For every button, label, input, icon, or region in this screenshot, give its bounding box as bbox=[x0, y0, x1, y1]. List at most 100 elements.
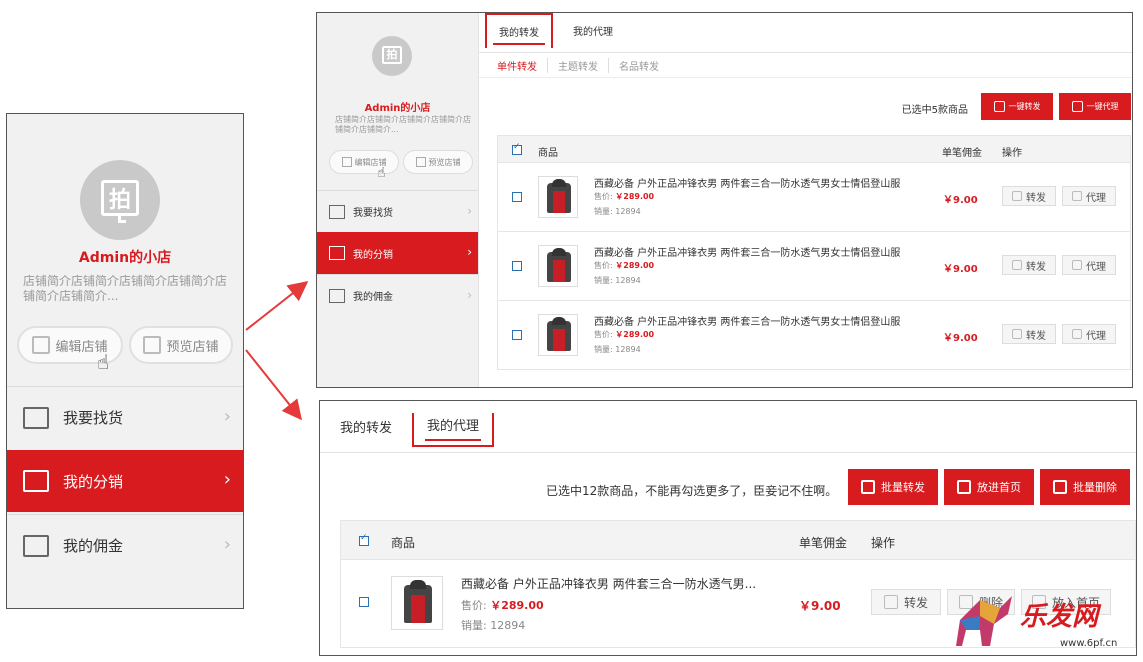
product-title[interactable]: 西藏必备 户外正品冲锋衣男 两件套三合一防水透气男... bbox=[461, 575, 756, 592]
shop-description: 店铺简介店铺简介店铺简介店铺简介店铺简介店铺简介... bbox=[335, 115, 471, 134]
product-sales: 12894 bbox=[615, 345, 641, 354]
share-icon bbox=[993, 101, 1005, 112]
tab-bar: 我的转发 我的代理 bbox=[320, 401, 1136, 453]
home-icon bbox=[957, 480, 971, 494]
shop-avatar: 拍 bbox=[372, 36, 412, 76]
batch-share-button[interactable]: 批量转发 bbox=[848, 469, 938, 505]
watermark-url: www.6pf.cn bbox=[1060, 638, 1118, 649]
header-product: 商品 bbox=[391, 536, 416, 550]
tab-bar: 我的转发 我的代理 bbox=[479, 13, 1132, 53]
tab-my-agency[interactable]: 我的代理 bbox=[563, 13, 623, 49]
product-image bbox=[538, 176, 578, 218]
bag-icon bbox=[1072, 329, 1082, 339]
share-icon bbox=[883, 595, 898, 609]
product-sales: 12894 bbox=[615, 207, 641, 216]
header-commission: 单笔佣金 bbox=[942, 148, 982, 159]
arrow-to-top-panel bbox=[245, 281, 309, 331]
bag-icon bbox=[1072, 260, 1082, 270]
product-price: ￥289.00 bbox=[615, 261, 655, 270]
product-image bbox=[538, 314, 578, 356]
hand-cursor-icon: ☝ bbox=[377, 165, 386, 181]
header-action: 操作 bbox=[1002, 148, 1022, 159]
subtab-bar: 单件转发 主题转发 名品转发 bbox=[497, 58, 669, 73]
agent-button[interactable]: 代理 bbox=[1062, 186, 1116, 206]
store-icon bbox=[415, 157, 426, 167]
product-price: ￥289.00 bbox=[490, 599, 544, 612]
yen-icon bbox=[329, 288, 345, 303]
header-action: 操作 bbox=[871, 536, 896, 550]
product-price: ￥289.00 bbox=[615, 192, 655, 201]
trash-icon bbox=[1053, 480, 1067, 494]
row-checkbox[interactable] bbox=[512, 192, 522, 202]
share-button[interactable]: 转发 bbox=[871, 589, 941, 615]
chevron-right-icon: › bbox=[467, 204, 472, 218]
product-table: 商品 单笔佣金 操作 西藏必备 户外正品冲锋衣男 两件套三合一防水透气男女士情侣… bbox=[497, 135, 1131, 370]
table-header: 商品 单笔佣金 操作 bbox=[340, 520, 1136, 560]
commission-value: ￥9.00 bbox=[943, 333, 978, 344]
header-commission: 单笔佣金 bbox=[799, 536, 848, 550]
selected-count: 已选中5款商品 bbox=[901, 105, 968, 116]
agent-button[interactable]: 代理 bbox=[1062, 324, 1116, 344]
menu-item-find-goods[interactable]: 我要找货 › bbox=[317, 190, 478, 232]
selected-count: 已选中12款商品，不能再勾选更多了，臣妾记不住啊。 bbox=[546, 484, 838, 498]
select-all-checkbox[interactable] bbox=[359, 533, 369, 546]
row-checkbox[interactable] bbox=[512, 330, 522, 340]
share-all-button[interactable]: 一键转发 bbox=[981, 93, 1053, 120]
preview-shop-button[interactable]: 预览店铺 bbox=[403, 150, 473, 174]
row-checkbox[interactable] bbox=[359, 597, 369, 607]
commission-value: ￥9.00 bbox=[943, 195, 978, 206]
table-row: 西藏必备 户外正品冲锋衣男 两件套三合一防水透气男女士情侣登山服 售价: ￥28… bbox=[497, 163, 1131, 232]
tab-my-shares[interactable]: 我的转发 bbox=[340, 417, 392, 436]
arrow-to-bottom-panel bbox=[245, 349, 302, 421]
header-product: 商品 bbox=[538, 148, 558, 159]
chevron-right-icon: › bbox=[467, 288, 472, 302]
share-button[interactable]: 转发 bbox=[1002, 324, 1056, 344]
agent-button[interactable]: 代理 bbox=[1062, 255, 1116, 275]
distribution-desktop-panel: 拍 Admin的小店 店铺简介店铺简介店铺简介店铺简介店铺简介店铺简介... 编… bbox=[316, 12, 1133, 388]
chevron-right-icon: › bbox=[467, 245, 472, 259]
bag-icon bbox=[1071, 101, 1083, 112]
product-title[interactable]: 西藏必备 户外正品冲锋衣男 两件套三合一防水透气男女士情侣登山服 bbox=[594, 175, 900, 190]
put-home-button[interactable]: 放进首页 bbox=[944, 469, 1034, 505]
table-header: 商品 单笔佣金 操作 bbox=[497, 135, 1131, 163]
batch-delete-button[interactable]: 批量删除 bbox=[1040, 469, 1130, 505]
product-price: ￥289.00 bbox=[615, 330, 655, 339]
row-checkbox[interactable] bbox=[512, 261, 522, 271]
product-title[interactable]: 西藏必备 户外正品冲锋衣男 两件套三合一防水透气男女士情侣登山服 bbox=[594, 313, 900, 328]
shop-name: Admin的小店 bbox=[364, 103, 431, 114]
subtab-brand-share[interactable]: 名品转发 bbox=[609, 58, 669, 73]
site-watermark: 乐发网 www.6pf.cn bbox=[950, 588, 1140, 658]
bag-icon bbox=[329, 246, 345, 260]
product-image bbox=[538, 245, 578, 287]
share-icon bbox=[1012, 191, 1022, 201]
sidebar: 拍 Admin的小店 店铺简介店铺简介店铺简介店铺简介店铺简介店铺简介... 编… bbox=[317, 13, 479, 387]
product-sales: 12894 bbox=[615, 276, 641, 285]
edit-icon bbox=[341, 157, 352, 167]
menu-item-my-distribution[interactable]: 我的分销 › bbox=[317, 232, 478, 274]
select-all-checkbox[interactable] bbox=[512, 142, 522, 155]
bag-icon bbox=[1072, 191, 1082, 201]
share-icon bbox=[1012, 260, 1022, 270]
subtab-theme-share[interactable]: 主题转发 bbox=[548, 58, 609, 73]
product-title[interactable]: 西藏必备 户外正品冲锋衣男 两件套三合一防水透气男女士情侣登山服 bbox=[594, 244, 900, 259]
share-icon bbox=[861, 480, 875, 494]
subtab-single-share[interactable]: 单件转发 bbox=[497, 58, 548, 73]
watermark-logo-text: 乐发网 bbox=[1020, 602, 1099, 632]
agent-all-button[interactable]: 一键代理 bbox=[1059, 93, 1131, 120]
table-row: 西藏必备 户外正品冲锋衣男 两件套三合一防水透气男女士情侣登山服 售价: ￥28… bbox=[497, 301, 1131, 370]
photo-icon: 拍 bbox=[382, 46, 402, 64]
commission-value: ￥9.00 bbox=[799, 599, 841, 613]
product-sales: 12894 bbox=[490, 619, 526, 632]
edit-shop-button[interactable]: 编辑店铺 bbox=[329, 150, 399, 174]
product-image bbox=[391, 576, 443, 630]
deer-logo-icon bbox=[956, 596, 1012, 646]
share-icon bbox=[1012, 329, 1022, 339]
tab-my-agency[interactable]: 我的代理 bbox=[412, 413, 494, 447]
share-button[interactable]: 转发 bbox=[1002, 186, 1056, 206]
menu-item-my-commission[interactable]: 我的佣金 › bbox=[317, 274, 478, 316]
cart-icon bbox=[329, 204, 345, 219]
table-row: 西藏必备 户外正品冲锋衣男 两件套三合一防水透气男女士情侣登山服 售价: ￥28… bbox=[497, 232, 1131, 301]
tab-my-shares[interactable]: 我的转发 bbox=[485, 13, 553, 48]
commission-value: ￥9.00 bbox=[943, 264, 978, 275]
share-button[interactable]: 转发 bbox=[1002, 255, 1056, 275]
